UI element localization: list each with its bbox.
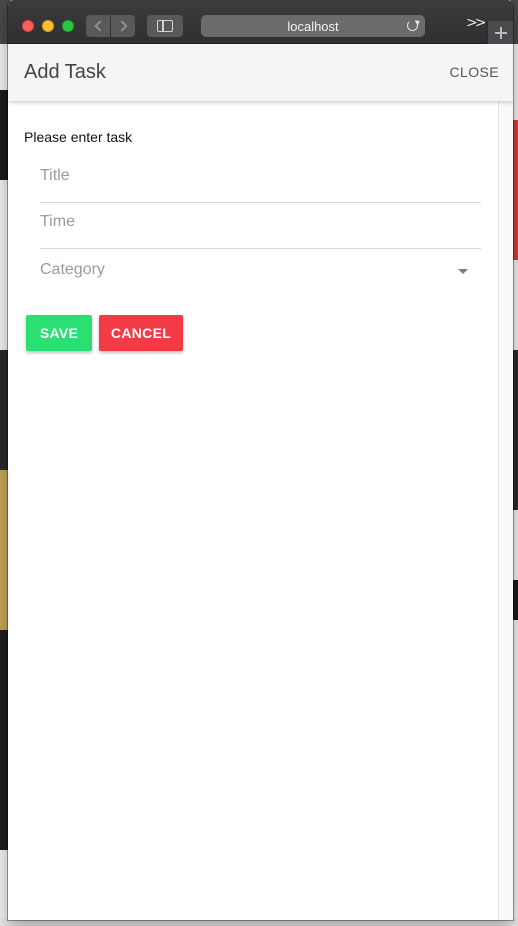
- forward-button[interactable]: [111, 15, 135, 37]
- cancel-button[interactable]: CANCEL: [99, 315, 183, 351]
- double-chevron-right-icon[interactable]: >>: [466, 15, 487, 31]
- category-placeholder: Category: [40, 261, 105, 278]
- title-field[interactable]: [40, 157, 481, 203]
- browser-toolbar: localhost >>: [8, 0, 513, 44]
- sidebar-icon: [157, 20, 173, 32]
- caret-down-icon: [458, 269, 468, 274]
- back-button[interactable]: [86, 15, 110, 37]
- chevron-right-icon: [115, 20, 128, 32]
- chevron-left-icon: [93, 20, 106, 32]
- scrollbar-track[interactable]: [498, 101, 513, 920]
- sidebar-toggle-button[interactable]: [147, 15, 183, 37]
- plus-icon: [494, 26, 507, 39]
- title-input[interactable]: [40, 167, 481, 185]
- reload-icon[interactable]: [407, 20, 418, 31]
- new-tab-button[interactable]: [487, 21, 513, 44]
- dialog-toolbar: Add Task CLOSE: [8, 45, 513, 101]
- close-window-button[interactable]: [22, 20, 34, 32]
- category-select[interactable]: Category: [40, 249, 481, 295]
- page-viewport: Add Task CLOSE Please enter task Categor…: [8, 45, 513, 920]
- close-button[interactable]: CLOSE: [450, 64, 499, 80]
- zoom-window-button[interactable]: [62, 20, 74, 32]
- form-prompt: Please enter task: [24, 129, 133, 145]
- minimize-window-button[interactable]: [42, 20, 54, 32]
- address-bar[interactable]: localhost: [201, 15, 425, 37]
- dialog-title: Add Task: [24, 61, 106, 83]
- save-button[interactable]: SAVE: [26, 315, 92, 351]
- browser-window: localhost >> Add Task CLOSE Please enter…: [8, 0, 513, 920]
- address-text: localhost: [287, 18, 339, 34]
- time-field[interactable]: [40, 203, 481, 249]
- time-input[interactable]: [40, 213, 481, 231]
